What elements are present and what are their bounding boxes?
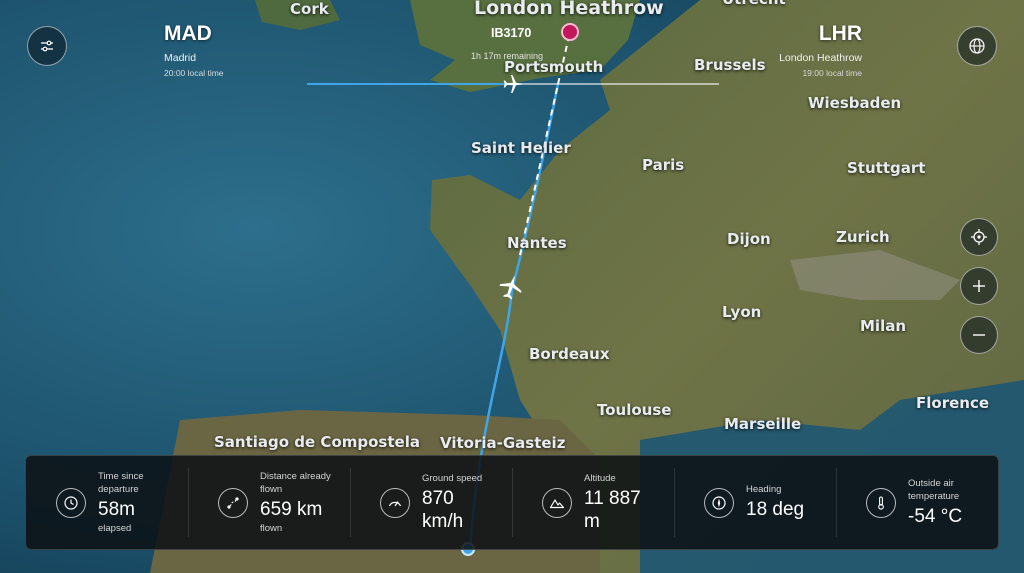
map-label-london-heathrow: London Heathrow (474, 0, 664, 19)
stat-distance-flown: Distance already flown 659 km flown (188, 456, 350, 549)
stat-label: Distance already flown (260, 471, 331, 495)
origin-local-time: 20:00 local time (164, 68, 224, 78)
map-label-toulouse: Toulouse (597, 401, 672, 419)
stat-altitude: Altitude 11 887 m (512, 456, 674, 549)
time-remaining: 1h 17m remaining (471, 51, 544, 61)
map-label-vitoria-gasteiz: Vitoria-Gasteiz (440, 434, 566, 452)
stat-ground-speed: Ground speed 870 km/h (350, 456, 512, 549)
globe-button[interactable] (957, 26, 997, 66)
clock-icon (56, 488, 86, 518)
stat-value: 58m (98, 499, 135, 520)
map-label-utrecht: Utrecht (722, 0, 786, 8)
map-label-stuttgart: Stuttgart (847, 159, 926, 177)
thermometer-icon (866, 488, 896, 518)
map-label-milan: Milan (860, 317, 907, 335)
globe-icon (969, 38, 985, 54)
flight-stats-panel: Time since departure 58m elapsed Distanc… (25, 455, 999, 550)
map-label-nantes: Nantes (507, 234, 567, 252)
progress-aircraft-icon (503, 75, 523, 93)
zoom-in-button[interactable] (960, 267, 998, 305)
stat-value: -54 °C (908, 505, 963, 527)
settings-button[interactable] (27, 26, 67, 66)
map-label-zurich: Zurich (836, 228, 890, 246)
map-label-dijon: Dijon (727, 230, 771, 248)
crosshair-icon (971, 229, 987, 245)
flight-number: IB3170 (491, 26, 532, 40)
stat-heading: Heading 18 deg (674, 456, 836, 549)
stat-label: Ground speed (422, 472, 483, 484)
route-icon (218, 488, 248, 518)
minus-icon (973, 334, 985, 336)
map-label-santiago-de-compostela: Santiago de Compostela (214, 433, 420, 451)
destination-code: LHR (818, 22, 862, 45)
stat-sub: elapsed (98, 523, 132, 534)
map-label-marseille: Marseille (724, 415, 802, 433)
flight-progress-fill (307, 83, 513, 85)
destination-local-time: 19:00 local time (802, 68, 862, 78)
stat-outside-air-temperature: Outside air temperature -54 °C (836, 456, 998, 549)
sliders-icon (41, 40, 53, 52)
stat-sub: flown (260, 523, 283, 534)
origin-code: MAD (164, 22, 212, 45)
stat-label: Heading (746, 484, 782, 495)
origin-city: Madrid (164, 52, 197, 64)
stat-time-since-departure: Time since departure 58m elapsed (26, 456, 188, 549)
map-label-florence: Florence (916, 394, 990, 412)
mountain-icon (542, 488, 572, 518)
stat-value: 11 887 m (584, 487, 641, 532)
stat-value: 18 deg (746, 499, 805, 520)
map-label-cork: Cork (290, 0, 329, 18)
map-label-brussels: Brussels (694, 56, 766, 74)
stat-value: 659 km (260, 499, 323, 520)
locate-button[interactable] (960, 218, 998, 256)
stat-label: Outside air temperature (908, 477, 960, 502)
plus-icon (973, 280, 985, 292)
compass-icon (704, 488, 734, 518)
stat-value: 870 km/h (422, 487, 464, 532)
map-label-paris: Paris (642, 156, 685, 174)
aircraft-icon (499, 275, 522, 300)
stat-label: Time since departure (98, 471, 144, 495)
map-label-wiesbaden: Wiesbaden (808, 94, 902, 112)
destination-city: London Heathrow (779, 52, 862, 64)
speedometer-icon (380, 488, 410, 518)
zoom-out-button[interactable] (960, 316, 998, 354)
stat-label: Altitude (584, 472, 616, 484)
map-label-saint-helier: Saint Helier (471, 139, 571, 157)
map-label-lyon: Lyon (722, 303, 762, 321)
destination-marker[interactable] (561, 23, 579, 41)
map-label-bordeaux: Bordeaux (529, 345, 610, 363)
flight-progress-bar (307, 75, 719, 93)
